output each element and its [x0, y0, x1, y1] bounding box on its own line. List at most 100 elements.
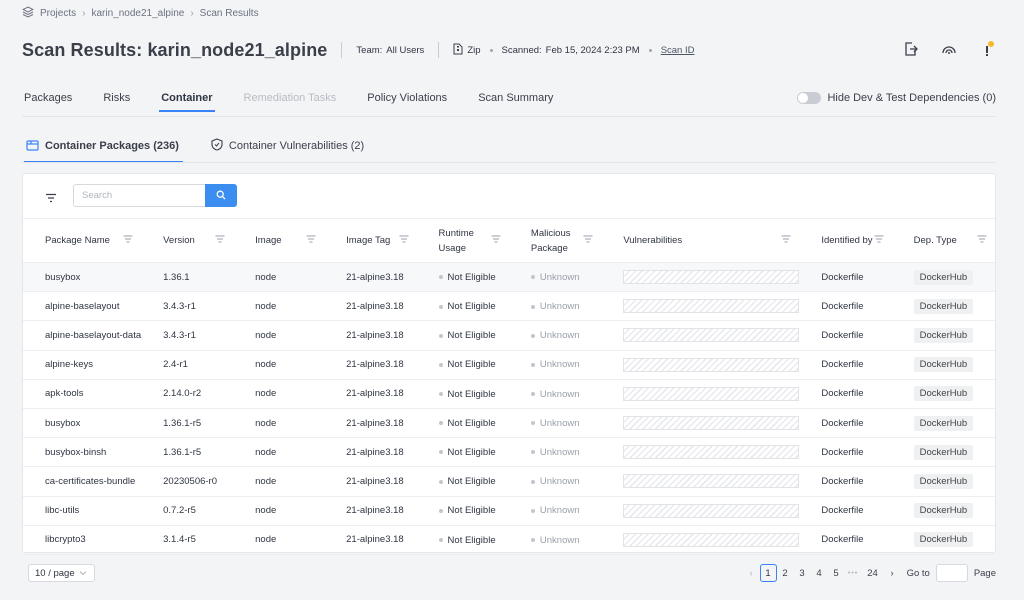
table-row[interactable]: alpine-baselayout-data 3.4.3-r1 node 21-alp… — [23, 320, 995, 351]
runtime-usage-label: Not Eligible — [447, 417, 496, 429]
column-header[interactable]: Runtime Usage — [416, 218, 509, 263]
vulnerabilities-bar — [623, 270, 800, 285]
runtime-usage-label: Not Eligible — [447, 330, 496, 342]
runtime-usage: Not Eligible — [438, 359, 496, 371]
column-header[interactable]: Image Tag — [324, 218, 417, 263]
dep-type-badge: DockerHub — [913, 269, 974, 285]
notification-icon[interactable] — [978, 40, 996, 58]
malicious-package-label: Unknown — [539, 476, 580, 488]
table-row[interactable]: busybox 1.36.1 node 21-alpine3.18 Not Eligib… — [23, 262, 995, 293]
identified-by: Dockerfile — [821, 417, 864, 429]
package-image-tag: 21-alpine3.18 — [346, 271, 404, 283]
runtime-usage: Not Eligible — [438, 535, 496, 546]
column-header[interactable]: Vulnerabilities — [601, 218, 800, 263]
tab-container[interactable]: Container — [159, 92, 215, 112]
page-3[interactable]: 3 — [794, 564, 811, 582]
package-icon — [26, 139, 39, 154]
table-row[interactable]: alpine-baselayout 3.4.3-r1 node 21-alpine3.… — [23, 291, 995, 322]
runtime-usage-label: Not Eligible — [447, 359, 496, 371]
column-header[interactable]: Identified by — [799, 218, 892, 263]
goto-page-input[interactable] — [935, 564, 968, 582]
column-header[interactable]: Malicious Package — [508, 218, 602, 263]
column-header[interactable]: Image — [233, 218, 325, 263]
search-button[interactable] — [205, 184, 237, 207]
column-header-label: Runtime Usage — [438, 227, 474, 254]
status-dot — [530, 508, 535, 513]
page-size-select[interactable]: 10 / page — [28, 564, 95, 582]
column-filter-icon[interactable] — [583, 233, 593, 248]
malicious-package-label: Unknown — [539, 534, 580, 546]
column-filter-icon[interactable] — [491, 233, 501, 248]
tab-policy-violations[interactable]: Policy Violations — [367, 92, 447, 112]
column-filter-icon[interactable] — [123, 233, 133, 248]
tab-packages[interactable]: Packages — [24, 92, 72, 112]
package-image: node — [255, 446, 277, 458]
status-dot — [438, 362, 443, 367]
column-filter-icon[interactable] — [977, 233, 987, 248]
team-label: Team: — [356, 44, 383, 56]
sub-tabs: Container Packages (236) Container Vulne… — [24, 138, 394, 163]
tab-scan-summary[interactable]: Scan Summary — [478, 92, 553, 112]
table-row[interactable]: busybox-binsh 1.36.1-r5 node 21-alpine3.18 N… — [23, 437, 995, 468]
next-page-icon[interactable]: › — [884, 564, 901, 582]
table-header-row: Package Name Version Image Image Tag Runtime… — [23, 218, 995, 263]
packages-card: Package Name Version Image Image Tag Runtime… — [22, 173, 996, 555]
package-version: 1.36.1 — [163, 271, 190, 283]
malicious-package-label: Unknown — [539, 417, 580, 429]
column-filter-icon[interactable] — [306, 233, 316, 248]
scan-id-link[interactable]: Scan ID — [661, 45, 695, 56]
page-ellipsis[interactable]: ••• — [845, 564, 862, 582]
status-dot — [530, 304, 535, 309]
runtime-usage: Not Eligible — [438, 505, 496, 517]
hide-dev-deps-toggle[interactable] — [797, 92, 822, 104]
column-filter-icon[interactable] — [781, 233, 791, 248]
package-image: node — [255, 417, 277, 429]
package-image-tag: 21-alpine3.18 — [346, 475, 404, 487]
tab-remediation-tasks[interactable]: Remediation Tasks — [244, 92, 337, 112]
column-filter-icon[interactable] — [399, 233, 409, 248]
export-icon[interactable] — [902, 40, 920, 58]
package-name: busybox — [45, 417, 81, 429]
breadcrumb-projects[interactable]: Projects — [40, 8, 76, 19]
prev-page-icon[interactable]: ‹ — [743, 564, 760, 582]
radar-icon[interactable] — [940, 40, 958, 58]
tab-risks[interactable]: Risks — [103, 92, 130, 112]
status-dot — [530, 333, 535, 338]
identified-by: Dockerfile — [821, 300, 864, 312]
breadcrumb-separator: › — [82, 8, 86, 19]
page-4[interactable]: 4 — [811, 564, 828, 582]
table-row[interactable]: alpine-keys 2.4-r1 node 21-alpine3.18 Not El… — [23, 350, 995, 380]
zip-file-icon — [453, 43, 463, 58]
breadcrumb-current: Scan Results — [199, 8, 259, 19]
breadcrumb-separator: › — [190, 8, 194, 19]
column-filter-icon[interactable] — [215, 233, 225, 248]
status-dot — [438, 538, 443, 543]
runtime-usage: Not Eligible — [438, 389, 496, 400]
page-5[interactable]: 5 — [828, 564, 845, 582]
table-row[interactable]: libc-utils 0.7.2-r5 node 21-alpine3.18 Not E… — [23, 496, 995, 526]
table-row[interactable]: apk-tools 2.14.0-r2 node 21-alpine3.18 Not E… — [23, 379, 995, 409]
shield-icon — [211, 138, 223, 154]
package-image: node — [255, 329, 277, 341]
runtime-usage: Not Eligible — [438, 272, 496, 283]
page-last[interactable]: 24 — [862, 564, 884, 582]
column-header[interactable]: Package Name — [23, 218, 142, 263]
subtab-container-vulnerabilities[interactable]: Container Vulnerabilities (2) — [209, 138, 368, 163]
table-row[interactable]: ca-certificates-bundle 20230506-r0 node 21-… — [23, 466, 995, 497]
page-1[interactable]: 1 — [759, 564, 777, 582]
search-icon — [216, 187, 226, 205]
status-dot — [530, 538, 535, 543]
column-header[interactable]: Dep. Type — [891, 218, 995, 263]
filter-icon[interactable] — [45, 190, 57, 208]
breadcrumb-project[interactable]: karin_node21_alpine — [91, 8, 184, 19]
malicious-package-label: Unknown — [539, 330, 580, 342]
table-row[interactable]: libcrypto3 3.1.4-r5 node 21-alpine3.18 Not E… — [23, 525, 995, 555]
table-row[interactable]: busybox 1.36.1-r5 node 21-alpine3.18 Not Eli… — [23, 408, 995, 439]
malicious-package-label: Unknown — [539, 271, 580, 283]
dep-type-badge: DockerHub — [913, 503, 974, 519]
column-filter-icon[interactable] — [874, 233, 884, 248]
page-2[interactable]: 2 — [777, 564, 794, 582]
column-header[interactable]: Version — [141, 218, 234, 263]
runtime-usage-label: Not Eligible — [447, 505, 496, 517]
subtab-container-packages[interactable]: Container Packages (236) — [24, 138, 183, 163]
